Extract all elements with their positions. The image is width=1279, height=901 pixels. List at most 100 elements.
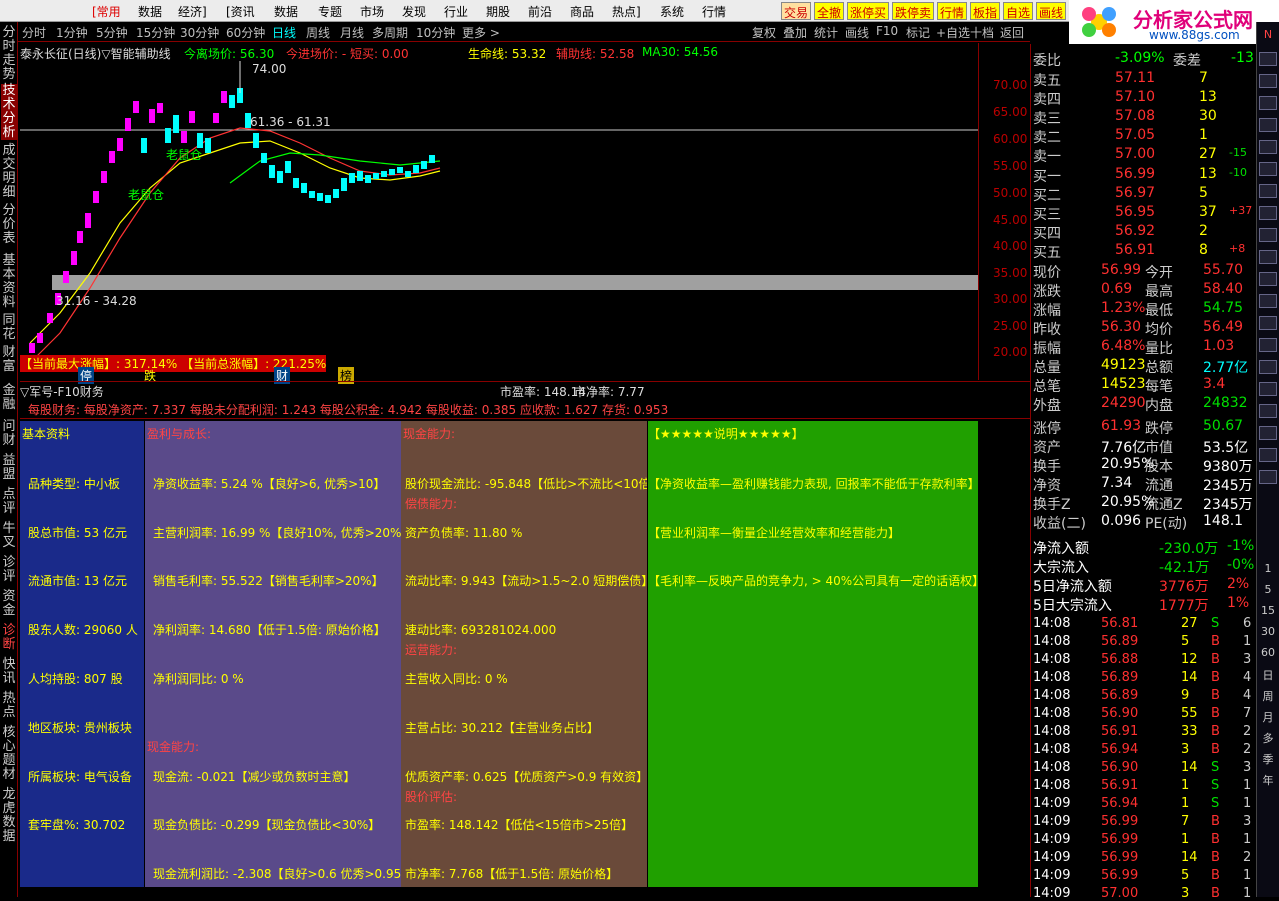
menu-item-discover[interactable]: 发现 — [402, 3, 426, 20]
period-15min[interactable]: 15分钟 — [136, 24, 175, 41]
add-watchlist-button[interactable]: +自选 — [936, 24, 970, 41]
tab-wealth[interactable]: 财富 — [1, 346, 17, 374]
n-icon[interactable]: N — [1259, 28, 1277, 42]
menu-item-data2[interactable]: 数据 — [274, 3, 298, 20]
tool-icon[interactable] — [1259, 162, 1277, 176]
period-shortcut[interactable]: 30 — [1259, 625, 1277, 639]
tool-icon[interactable] — [1259, 404, 1277, 418]
menu-item-futures[interactable]: 期股 — [486, 3, 510, 20]
draw-line-button[interactable]: 画线 — [845, 24, 869, 41]
limit-up-buy-button[interactable]: 涨停买 — [847, 2, 890, 20]
period-weekly[interactable]: 周线 — [306, 24, 330, 41]
tool-icon[interactable] — [1259, 316, 1277, 330]
tool-icon[interactable] — [1259, 382, 1277, 396]
restore-rights-button[interactable]: 复权 — [752, 24, 776, 41]
tab-core[interactable]: 核心题材 — [1, 726, 17, 782]
overlay-button[interactable]: 叠加 — [783, 24, 807, 41]
period-monthly[interactable]: 月线 — [340, 24, 364, 41]
tab-tonghua[interactable]: 同花 — [1, 314, 17, 342]
tool-icon[interactable] — [1259, 140, 1277, 154]
tab-funds[interactable]: 资金 — [1, 590, 17, 618]
quotes-button[interactable]: 行情 — [937, 2, 968, 20]
period-60min[interactable]: 60分钟 — [226, 24, 265, 41]
limit-down-sell-button[interactable]: 跌停卖 — [892, 2, 935, 20]
tab-flash[interactable]: 快讯 — [1, 658, 17, 686]
tool-icon[interactable] — [1259, 360, 1277, 374]
watchlist-button[interactable]: 自选 — [1003, 2, 1034, 20]
tab-profile[interactable]: 基本资料 — [1, 254, 17, 310]
tool-icon[interactable] — [1259, 294, 1277, 308]
menu-item-common[interactable]: [常用 — [92, 3, 121, 20]
mark-button[interactable]: 标记 — [906, 24, 930, 41]
tool-icon[interactable] — [1259, 338, 1277, 352]
tab-hot[interactable]: 热点 — [1, 692, 17, 720]
period-shortcut[interactable]: 周 — [1259, 688, 1277, 703]
period-more[interactable]: 更多 > — [462, 24, 500, 41]
tab-yimeng[interactable]: 益盟 — [1, 454, 17, 482]
period-shortcut[interactable]: 15 — [1259, 604, 1277, 618]
menu-item-frontier[interactable]: 前沿 — [528, 3, 552, 20]
tab-trades[interactable]: 成交明细 — [1, 144, 17, 200]
tool-icon[interactable] — [1259, 184, 1277, 198]
tool-icon[interactable] — [1259, 118, 1277, 132]
menu-item-system[interactable]: 系统 — [660, 3, 684, 20]
back-button[interactable]: 返回 — [1000, 24, 1024, 41]
period-10min[interactable]: 10分钟 — [416, 24, 455, 41]
period-shortcut[interactable]: 季 — [1259, 751, 1277, 766]
tab-niucha[interactable]: 牛叉 — [1, 522, 17, 550]
draw-button[interactable]: 画线 — [1036, 2, 1067, 20]
period-shortcut[interactable]: 日 — [1259, 667, 1277, 682]
tool-icon[interactable] — [1259, 448, 1277, 462]
period-shortcut[interactable]: 月 — [1259, 709, 1277, 724]
tab-technical[interactable]: 技术分析 — [1, 84, 17, 140]
tab-diag-review[interactable]: 诊评 — [1, 556, 17, 584]
tool-icon[interactable] — [1259, 426, 1277, 440]
tab-intraday[interactable]: 分时走势 — [1, 26, 17, 82]
trade-button[interactable]: 交易 — [781, 2, 812, 20]
tab-finance[interactable]: 金融 — [1, 384, 17, 412]
candle — [341, 178, 347, 191]
tool-icon[interactable] — [1259, 250, 1277, 264]
menu-item-quotes[interactable]: 行情 — [702, 3, 726, 20]
period-shortcut[interactable]: 1 — [1259, 562, 1277, 576]
tab-wencai[interactable]: 问财 — [1, 420, 17, 448]
period-30min[interactable]: 30分钟 — [180, 24, 219, 41]
metric-item: 净利润率: 14.680【低于1.5倍: 原始价格】 — [153, 623, 386, 637]
period-daily[interactable]: 日线 — [272, 24, 296, 41]
ten-levels-button[interactable]: 十档 — [970, 24, 994, 41]
tab-review[interactable]: 点评 — [1, 488, 17, 516]
tab-diagnosis[interactable]: 诊断 — [1, 624, 17, 652]
menu-item-topics[interactable]: 专题 — [318, 3, 342, 20]
period-5min[interactable]: 5分钟 — [96, 24, 128, 41]
menu-item-data[interactable]: 数据 — [138, 3, 162, 20]
period-1min[interactable]: 1分钟 — [56, 24, 88, 41]
menu-item-commodity[interactable]: 商品 — [570, 3, 594, 20]
menu-item-market[interactable]: 市场 — [360, 3, 384, 20]
f10-title[interactable]: ▽军号-F10财务 — [20, 383, 104, 400]
stats-button[interactable]: 统计 — [814, 24, 838, 41]
tab-price-table[interactable]: 分价表 — [1, 204, 17, 246]
tool-icon[interactable] — [1259, 272, 1277, 286]
period-shortcut[interactable]: 多 — [1259, 730, 1277, 745]
period-shortcut[interactable]: 5 — [1259, 583, 1277, 597]
tool-icon[interactable] — [1259, 96, 1277, 110]
tool-icon[interactable] — [1259, 228, 1277, 242]
period-shortcut[interactable]: 年 — [1259, 772, 1277, 787]
menu-item-industry[interactable]: 行业 — [444, 3, 468, 20]
cancel-all-button[interactable]: 全撤 — [814, 2, 845, 20]
info-item: 股东人数: 29060 人 — [28, 623, 138, 637]
tool-icon[interactable] — [1259, 470, 1277, 484]
period-shortcut[interactable]: 60 — [1259, 646, 1277, 660]
tool-icon[interactable] — [1259, 52, 1277, 66]
menu-item-hotspot[interactable]: 热点] — [612, 3, 641, 20]
tool-icon[interactable] — [1259, 74, 1277, 88]
f10-button[interactable]: F10 — [876, 24, 898, 38]
tool-icon[interactable] — [1259, 206, 1277, 220]
tab-dragon[interactable]: 龙虎数据 — [1, 788, 17, 844]
period-intraday[interactable]: 分时 — [22, 24, 46, 41]
menu-item-economy[interactable]: 经济] — [178, 3, 207, 20]
index-button[interactable]: 板指 — [970, 2, 1001, 20]
period-multi[interactable]: 多周期 — [372, 24, 408, 41]
kline-chart[interactable]: 泰永长征(日线)▽智能辅助线 今离场价: 56.30 今进场价: - 短买: 0… — [20, 43, 978, 384]
menu-item-news[interactable]: [资讯 — [226, 3, 255, 20]
